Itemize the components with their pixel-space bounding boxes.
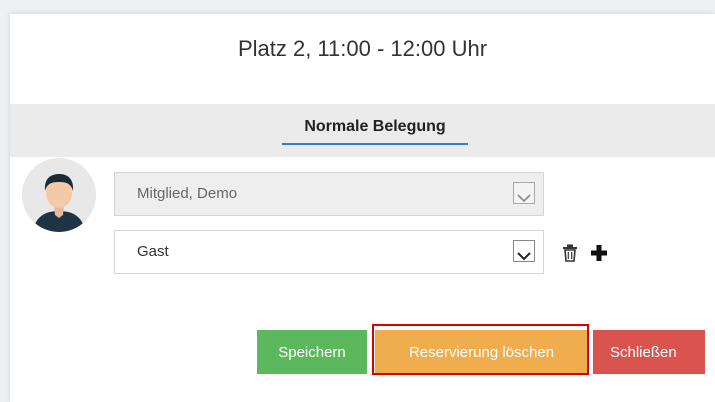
tab-bar: Normale Belegung [10,104,715,157]
save-button[interactable]: Speichern [257,330,367,374]
member-select: Mitglied, Demo [114,172,544,216]
delete-reservation-button[interactable]: Reservierung löschen [375,330,588,374]
chevron-down-icon [513,182,535,204]
active-tab-indicator [282,143,468,145]
close-button[interactable]: Schließen [593,330,705,374]
user-avatar-icon [22,158,96,232]
tab-label: Normale Belegung [304,118,446,135]
trash-icon[interactable] [562,244,578,262]
plus-icon[interactable] [588,242,610,264]
chevron-down-icon[interactable] [513,240,535,262]
tab-normale-belegung[interactable]: Normale Belegung [282,118,468,145]
guest-select-value: Gast [137,243,169,260]
member-select-value: Mitglied, Demo [137,185,238,202]
guest-select[interactable]: Gast [114,230,544,274]
dialog-title: Platz 2, 11:00 - 12:00 Uhr [237,36,488,61]
